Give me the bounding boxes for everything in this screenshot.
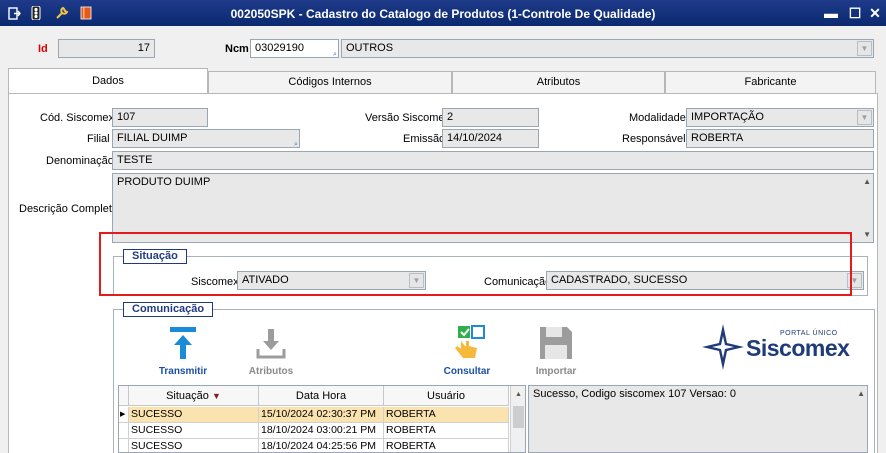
transmitir-button[interactable]: Transmitir [150,323,216,377]
grid-header-usuario[interactable]: Usuário [384,386,509,406]
grid-corner [119,386,129,406]
versao-siscomex-field[interactable]: 2 [442,108,539,127]
chevron-down-icon[interactable]: ▼ [857,41,872,56]
versao-siscomex-label: Versão Siscomex [365,112,450,124]
message-box[interactable]: Sucesso, Codigo siscomex 107 Versao: 0 ▲ [528,385,868,453]
filial-label: Filial [87,133,110,145]
modalidade-value: IMPORTAÇÃO [691,111,764,123]
atributos-label: Atributos [248,366,294,377]
ncm-label: Ncm [225,43,249,55]
tab-codigos-internos[interactable]: Códigos Internos [208,71,452,93]
siscomex-logo: PORTAL ÚNICO Siscomex [700,322,850,372]
ncm-desc-value: OUTROS [346,42,394,54]
emissao-label: Emissão [403,133,446,145]
consultar-button[interactable]: Consultar [434,323,500,377]
scroll-thumb[interactable] [513,406,524,428]
maximize-button[interactable]: ☐ [846,4,864,22]
denominacao-label: Denominação [46,155,114,167]
table-cell[interactable]: 18/10/2024 04:25:56 PM [259,439,384,452]
download-tray-icon [256,329,286,359]
row-indicator [119,423,129,439]
minimize-button[interactable]: ▬ [822,4,840,22]
table-cell[interactable]: ROBERTA [384,407,509,423]
table-cell[interactable]: 15/10/2024 02:30:37 PM [259,407,384,423]
tab-fabricante[interactable]: Fabricante [665,71,876,93]
scroll-down-icon[interactable]: ▼ [863,230,871,239]
row-indicator [119,439,129,452]
sort-desc-icon: ▼ [211,391,221,401]
importar-button[interactable]: Importar [523,323,589,377]
logo-name: Siscomex [746,335,850,361]
descricao-value: PRODUTO DUIMP [117,176,211,188]
table-cell[interactable]: 18/10/2024 03:00:21 PM [259,423,384,439]
table-cell[interactable]: SUCESSO [129,407,259,423]
transmit-icon [170,327,196,359]
table-cell[interactable]: SUCESSO [129,439,259,452]
scroll-up-icon[interactable]: ▲ [857,389,865,398]
table-cell[interactable]: ROBERTA [384,423,509,439]
id-label: Id [38,43,48,55]
emissao-field[interactable]: 14/10/2024 [442,129,539,148]
transmitir-label: Transmitir [158,366,208,377]
highlight-box [99,232,852,296]
responsavel-field[interactable]: ROBERTA [686,129,874,148]
denominacao-field[interactable]: TESTE [112,151,874,170]
filial-lookup-icon[interactable]: ⌕ [294,141,298,149]
modalidade-label: Modalidade [629,112,686,124]
close-button[interactable]: ✕ [866,4,884,22]
row-indicator-icon: ▶ [119,407,129,423]
ncm-code-field[interactable]: 03029190 [250,39,339,58]
grid-scrollbar[interactable]: ▲ [510,386,525,452]
chevron-down-icon[interactable]: ▼ [857,110,872,125]
cod-siscomex-field[interactable]: 107 [112,108,208,127]
responsavel-label: Responsável [622,133,686,145]
touch-select-icon [455,325,485,358]
tab-atributos[interactable]: Atributos [452,71,665,93]
message-text: Sucesso, Codigo siscomex 107 Versao: 0 [533,388,737,400]
consultar-label: Consultar [443,366,491,377]
table-cell[interactable]: ROBERTA [384,439,509,452]
filial-field[interactable]: FILIAL DUIMP [112,129,300,148]
cod-siscomex-label: Cód. Siscomex [40,112,114,124]
table-cell[interactable]: SUCESSO [129,423,259,439]
scroll-up-icon[interactable]: ▲ [515,391,522,398]
grid-header-situacao[interactable]: Situação ▼ [129,386,259,406]
tab-dados[interactable]: Dados [8,68,208,93]
modalidade-dropdown[interactable]: IMPORTAÇÃO ▼ [686,108,874,127]
importar-label: Importar [535,366,577,377]
atributos-button[interactable]: Atributos [238,323,304,377]
comunicacao-grid: Situação ▼ Data Hora Usuário ▶ SUCESSO 1… [118,385,526,453]
siscomex-star-icon [702,324,744,370]
scroll-up-icon[interactable]: ▲ [863,177,871,186]
comunicacao-title: Comunicação [123,302,214,317]
title-bar: 002050SPK - Cadastro do Catalogo de Prod… [0,0,886,26]
ncm-desc-dropdown[interactable]: OUTROS ▼ [341,39,874,58]
descricao-label: Descrição Completa [19,203,119,215]
ncm-lookup-icon[interactable]: ⌕ [333,51,337,59]
save-icon [540,327,572,359]
id-field[interactable]: 17 [58,39,155,58]
grid-header-situacao-label: Situação [166,390,209,402]
grid-header-data[interactable]: Data Hora [259,386,384,406]
window-title: 002050SPK - Cadastro do Catalogo de Prod… [230,7,656,21]
